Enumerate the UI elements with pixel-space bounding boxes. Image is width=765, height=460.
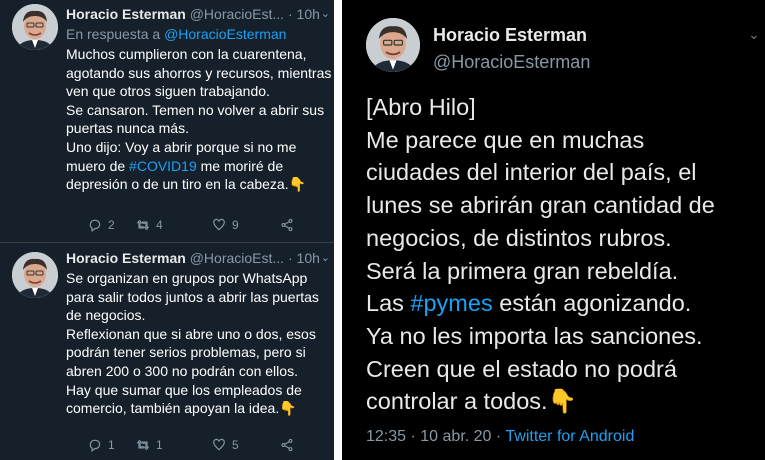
tweet-time[interactable]: 12:35 bbox=[366, 428, 406, 445]
avatar[interactable] bbox=[12, 252, 58, 298]
tweet-line: Hay que sumar que los empleados de bbox=[66, 381, 302, 398]
tweet-date[interactable]: 10 abr. 20 bbox=[420, 428, 491, 445]
tweet-line: Será la primera gran rebeldía. bbox=[366, 257, 679, 284]
hashtag-link[interactable]: #COVID19 bbox=[129, 158, 197, 174]
text-segment: depresión o de un tiro en la cabeza. bbox=[66, 176, 289, 193]
share-button[interactable] bbox=[280, 216, 294, 234]
tweet-text: [Abro Hilo] Me parece que en muchas ciud… bbox=[366, 91, 761, 418]
avatar[interactable] bbox=[12, 4, 58, 50]
tweet-actions: 1 1 5 bbox=[66, 436, 306, 454]
reply-prefix: En respuesta a bbox=[66, 26, 161, 42]
avatar-image bbox=[12, 252, 58, 298]
tweet-line: de negocios. bbox=[66, 307, 146, 324]
tweet-time[interactable]: 10h bbox=[297, 6, 320, 22]
like-button[interactable]: 5 bbox=[212, 436, 239, 454]
tweet-time[interactable]: 10h bbox=[297, 250, 320, 266]
tweet-line: Me parece que en muchas bbox=[366, 126, 645, 153]
tweet-line: Uno dijo: Voy a abrir porque si no me bbox=[66, 138, 297, 155]
text-segment: muero de bbox=[66, 157, 126, 174]
pointing-down-emoji: 👇 bbox=[288, 177, 307, 194]
separator: · bbox=[287, 6, 293, 22]
separator: · bbox=[495, 428, 502, 445]
reply-icon bbox=[89, 219, 101, 232]
avatar-image bbox=[12, 4, 58, 50]
tweet-line: Las #pymes están agonizando. bbox=[366, 287, 761, 320]
tweet-header: Horacio Esterman @HoracioEst... · 10h bbox=[66, 248, 328, 268]
separator: · bbox=[410, 428, 416, 445]
retweet-button[interactable]: 1 bbox=[136, 436, 163, 454]
tweet-line: lunes se abrirán gran cantidad de bbox=[366, 192, 715, 219]
tweet-line: Se organizan en grupos por WhatsApp bbox=[66, 270, 308, 286]
tweet-text: Se organizan en grupos por WhatsApp para… bbox=[66, 269, 330, 419]
author-name[interactable]: Horacio Esterman bbox=[433, 24, 587, 46]
tweet-line: controlar a todos.👇 bbox=[366, 385, 761, 418]
tweet-header: Horacio Esterman @HoracioEst... · 10h bbox=[66, 4, 328, 24]
text-segment: controlar a todos. bbox=[366, 388, 548, 415]
tweet-line: [Abro Hilo] bbox=[366, 94, 476, 120]
retweet-icon bbox=[136, 220, 150, 230]
tweet-line: ciudades del interior del país, el bbox=[366, 159, 697, 186]
tweet-line: para salir todos juntos a abrir las puer… bbox=[66, 288, 319, 305]
share-button[interactable] bbox=[280, 436, 294, 454]
tweet-line: podrán tener serios problemas, pero si bbox=[66, 344, 306, 361]
tweet-line: comercio, también apoyan la idea.👇 bbox=[66, 399, 330, 419]
reply-button[interactable]: 1 bbox=[88, 436, 115, 454]
share-icon bbox=[281, 218, 293, 232]
tweet-line: negocios, de distintos rubros. bbox=[366, 224, 672, 251]
chevron-down-icon[interactable]: ⌄ bbox=[321, 7, 330, 20]
left-panel: Horacio Esterman @HoracioEst... · 10h ⌄ … bbox=[0, 0, 334, 460]
reply-count: 2 bbox=[108, 218, 115, 232]
author-name[interactable]: Horacio Esterman bbox=[66, 6, 186, 22]
tweet-line: agotando sus ahorros y recursos, mientra… bbox=[66, 64, 332, 81]
reply-count: 1 bbox=[108, 438, 115, 452]
retweet-count: 4 bbox=[156, 218, 163, 232]
pointing-down-emoji: 👇 bbox=[547, 387, 577, 416]
author-handle[interactable]: @HoracioEsterman bbox=[433, 51, 590, 73]
avatar-image bbox=[366, 18, 420, 72]
like-icon bbox=[213, 438, 225, 451]
tweet-line: depresión o de un tiro en la cabeza.👇 bbox=[66, 175, 330, 195]
chevron-down-icon[interactable]: ⌄ bbox=[321, 251, 330, 264]
author-name[interactable]: Horacio Esterman bbox=[66, 250, 186, 266]
avatar[interactable] bbox=[366, 18, 420, 72]
pointing-down-emoji: 👇 bbox=[279, 401, 297, 418]
share-icon bbox=[281, 438, 293, 452]
tweet-divider bbox=[0, 242, 334, 243]
tweet-actions: 2 4 9 bbox=[66, 216, 306, 234]
tweet-line: Reflexionan que si abre uno o dos, esos bbox=[66, 325, 316, 342]
author-handle[interactable]: @HoracioEst... bbox=[190, 250, 284, 266]
chevron-down-icon[interactable]: ⌄ bbox=[748, 26, 760, 43]
hashtag-link[interactable]: #pymes bbox=[410, 290, 492, 316]
text-segment: Las bbox=[366, 290, 404, 317]
reply-button[interactable]: 2 bbox=[88, 216, 115, 234]
text-segment: están agonizando. bbox=[499, 290, 692, 317]
tweet-line: ven que otros siguen trabajando. bbox=[66, 83, 270, 100]
tweet-line: Ya no les importa las sanciones. bbox=[366, 322, 703, 349]
retweet-count: 1 bbox=[156, 438, 163, 452]
like-button[interactable]: 9 bbox=[212, 216, 239, 234]
reply-handle-link[interactable]: @HoracioEsterman bbox=[164, 26, 286, 42]
reply-icon bbox=[89, 439, 101, 452]
like-count: 9 bbox=[232, 218, 239, 232]
tweet-text: Muchos cumplieron con la cuarentena, ago… bbox=[66, 45, 332, 195]
separator: · bbox=[287, 250, 293, 266]
retweet-icon bbox=[136, 440, 150, 450]
tweet-line: Se cansaron. Temen no volver a abrir sus bbox=[66, 101, 325, 118]
tweet-meta: 12:35 · 10 abr. 20 · Twitter for Android bbox=[366, 427, 634, 447]
author-handle[interactable]: @HoracioEst... bbox=[190, 6, 284, 22]
text-segment: me moriré de bbox=[200, 157, 284, 174]
like-count: 5 bbox=[232, 438, 239, 452]
tweet-line: abren 200 o 300 no podrán con ellos. bbox=[66, 362, 298, 379]
reply-context: En respuesta a @HoracioEsterman bbox=[66, 25, 286, 43]
tweet-line: Muchos cumplieron con la cuarentena, bbox=[66, 46, 307, 62]
text-segment: comercio, también apoyan la idea. bbox=[66, 400, 280, 417]
like-icon bbox=[213, 218, 225, 231]
tweet-line: muero de #COVID19 me moriré de bbox=[66, 157, 330, 176]
tweet-line: Creen que el estado no podrá bbox=[366, 355, 677, 382]
tweet-line: puertas nunca más. bbox=[66, 120, 189, 137]
client-link[interactable]: Twitter for Android bbox=[505, 428, 634, 445]
retweet-button[interactable]: 4 bbox=[136, 216, 163, 234]
